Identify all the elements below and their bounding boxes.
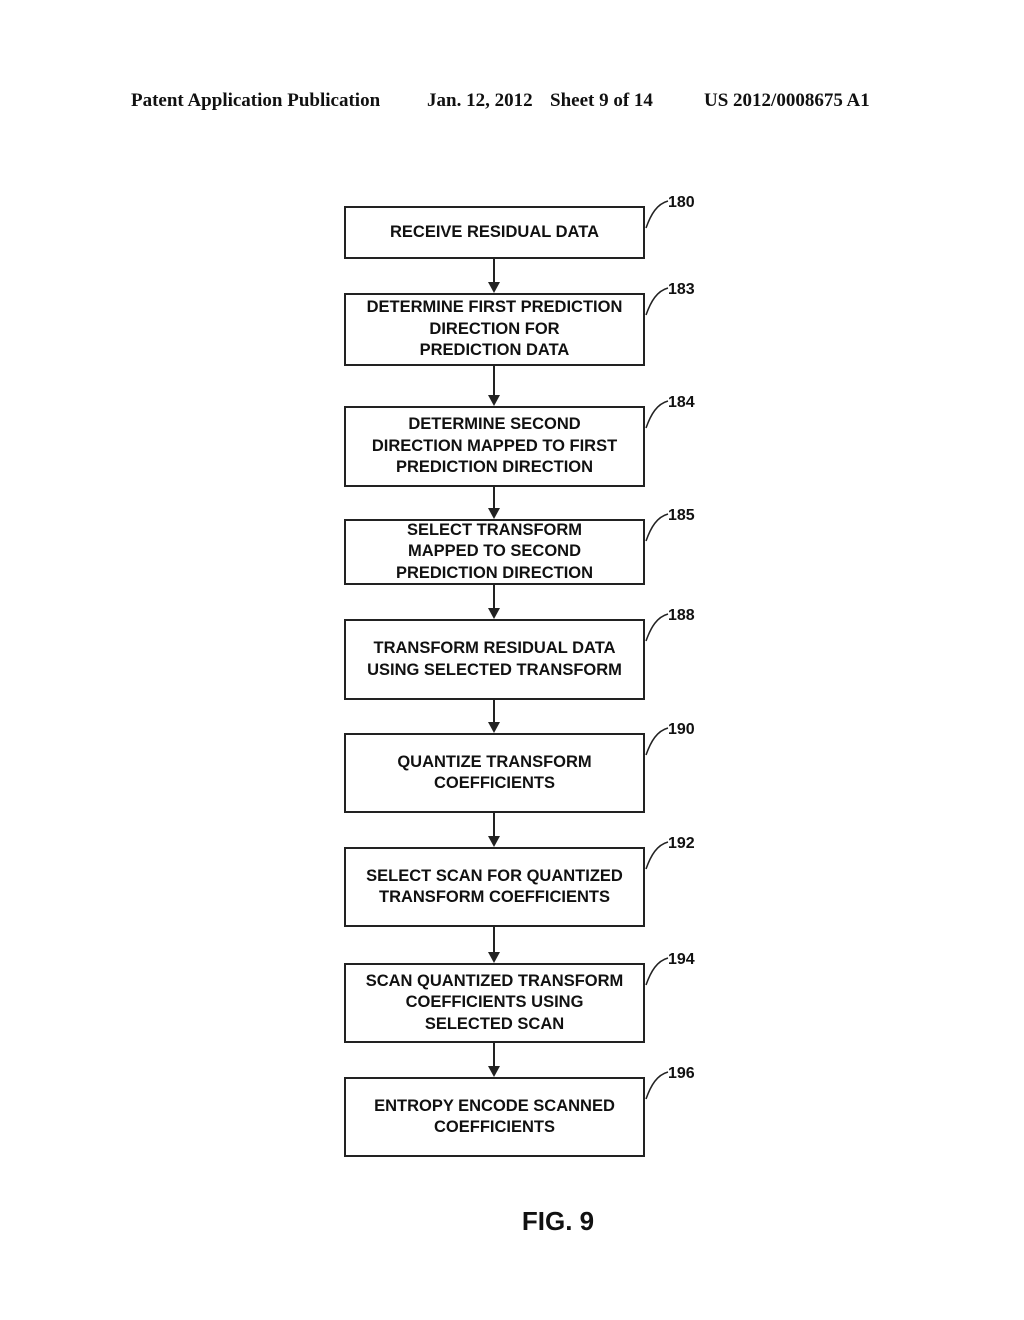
reference-numeral-184: 184 — [668, 394, 695, 411]
leader-line-196 — [645, 1071, 669, 1100]
leader-line-184 — [645, 400, 669, 429]
figure-label: FIG. 9 — [521, 1206, 595, 1236]
arrowhead-icon — [488, 508, 500, 519]
step-box-180: RECEIVE RESIDUAL DATA — [344, 206, 645, 259]
leader-line-188 — [645, 613, 669, 642]
reference-numeral-180: 180 — [668, 194, 695, 211]
reference-numeral-190: 190 — [668, 721, 695, 738]
arrowhead-icon — [488, 952, 500, 963]
leader-line-190 — [645, 727, 669, 756]
step-box-192: SELECT SCAN FOR QUANTIZED TRANSFORM COEF… — [344, 847, 645, 927]
arrowhead-icon — [488, 395, 500, 406]
reference-numeral-185: 185 — [668, 507, 695, 524]
step-box-188: TRANSFORM RESIDUAL DATA USING SELECTED T… — [344, 619, 645, 700]
leader-line-183 — [645, 287, 669, 316]
step-box-183: DETERMINE FIRST PREDICTION DIRECTION FOR… — [344, 293, 645, 366]
reference-numeral-196: 196 — [668, 1065, 695, 1082]
arrowhead-icon — [488, 1066, 500, 1077]
leader-line-192 — [645, 841, 669, 870]
reference-numeral-188: 188 — [668, 607, 695, 624]
reference-numeral-183: 183 — [668, 281, 695, 298]
step-box-196: ENTROPY ENCODE SCANNED COEFFICIENTS — [344, 1077, 645, 1157]
arrowhead-icon — [488, 608, 500, 619]
step-box-185: SELECT TRANSFORM MAPPED TO SECOND PREDIC… — [344, 519, 645, 585]
leader-line-194 — [645, 957, 669, 986]
step-box-190: QUANTIZE TRANSFORM COEFFICIENTS — [344, 733, 645, 813]
step-box-184: DETERMINE SECOND DIRECTION MAPPED TO FIR… — [344, 406, 645, 487]
step-box-194: SCAN QUANTIZED TRANSFORM COEFFICIENTS US… — [344, 963, 645, 1043]
reference-numeral-192: 192 — [668, 835, 695, 852]
reference-numeral-194: 194 — [668, 951, 695, 968]
arrowhead-icon — [488, 722, 500, 733]
arrowhead-icon — [488, 282, 500, 293]
leader-line-185 — [645, 513, 669, 542]
arrowhead-icon — [488, 836, 500, 847]
leader-line-180 — [645, 200, 669, 229]
